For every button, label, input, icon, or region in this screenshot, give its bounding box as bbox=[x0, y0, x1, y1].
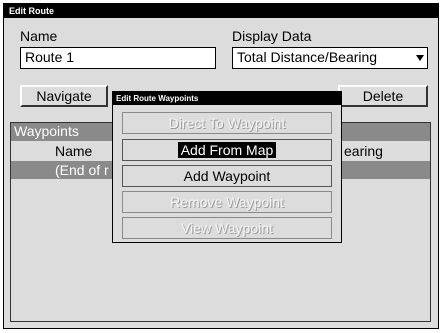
add-from-map-label: Add From Map bbox=[177, 142, 277, 158]
remove-waypoint-button[interactable]: Remove Waypoint bbox=[122, 191, 332, 213]
display-data-dropdown[interactable]: Total Distance/Bearing bbox=[232, 47, 428, 69]
popup-title: Edit Route Waypoints bbox=[113, 92, 341, 105]
navigate-button[interactable]: Navigate bbox=[20, 85, 108, 107]
name-label: Name bbox=[20, 28, 58, 44]
row-name: (End of r bbox=[55, 162, 109, 178]
column-header-name: Name bbox=[55, 143, 93, 159]
add-waypoint-button[interactable]: Add Waypoint bbox=[122, 165, 332, 187]
edit-route-waypoints-popup: Edit Route Waypoints Direct To Waypoint … bbox=[112, 91, 342, 243]
view-waypoint-button[interactable]: View Waypoint bbox=[122, 217, 332, 239]
window-title: Edit Route bbox=[4, 4, 438, 18]
display-data-label: Display Data bbox=[232, 28, 312, 44]
route-name-field[interactable]: Route 1 bbox=[20, 47, 216, 69]
chevron-down-icon[interactable] bbox=[416, 55, 424, 61]
delete-button[interactable]: Delete bbox=[338, 85, 428, 107]
column-header-bearing: earing bbox=[344, 143, 383, 159]
direct-to-waypoint-button[interactable]: Direct To Waypoint bbox=[122, 112, 332, 134]
display-data-value: Total Distance/Bearing bbox=[237, 49, 378, 65]
add-from-map-button[interactable]: Add From Map bbox=[122, 139, 332, 161]
